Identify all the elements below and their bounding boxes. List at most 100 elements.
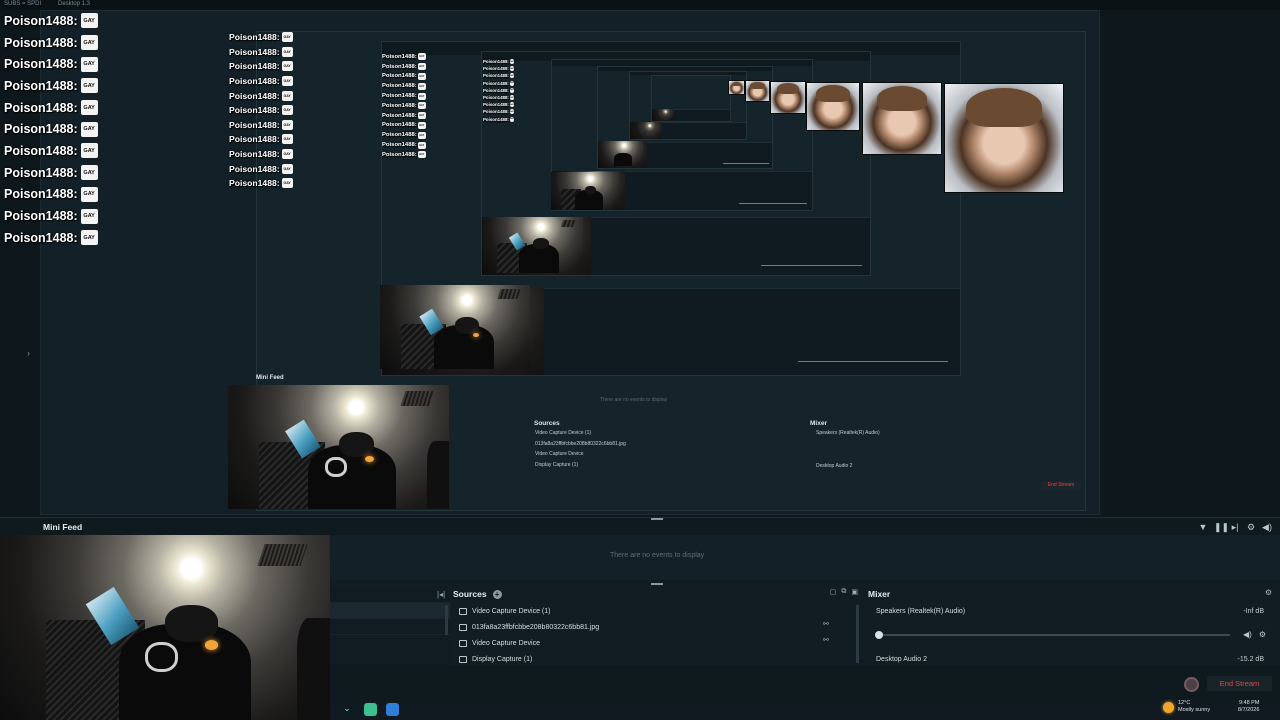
chat-username: Poison1488: [483,87,509,93]
volume-icon[interactable]: ◀) [1262,522,1272,532]
nested-mixer-channel: Speakers (Realtek(R) Audio) [816,430,880,436]
chat-message: Poison1488: GAY [229,132,293,147]
weather-widget[interactable]: 12°C Mostly sunny [1163,700,1210,714]
webcam-preview [0,535,330,720]
chat-username: Poison1488: [229,46,280,57]
speaker-icon[interactable]: ◀) [1243,630,1252,639]
end-stream-button[interactable]: End Stream [1207,676,1272,691]
chat-message: Poison1488: GAY [483,108,515,115]
chat-username: Poison1488: [483,66,509,72]
volume-slider-handle[interactable] [875,631,883,639]
chat-username: Poison1488: [229,134,280,145]
nested-sources-title: Sources [534,420,560,427]
chat-overlay-nested: Poison1488: GAY Poison1488: GAY Poison1488: G… [382,52,426,160]
filter-icon[interactable]: ▼ [1198,522,1208,532]
system-clock[interactable]: 9:48 PM 8/7/2026 [1238,700,1259,714]
sun-icon [1163,701,1174,713]
chat-badge-icon: GAY [417,112,426,120]
webcam-face [770,81,806,114]
chat-message: Poison1488: GAY [229,30,293,45]
chat-username: Poison1488: [229,163,280,174]
collapse-icon[interactable]: |◂| [437,590,447,599]
link-icon[interactable]: ⚯ [823,620,829,628]
chat-username: Poison1488: [229,76,280,87]
chat-username: Poison1488: [382,132,417,139]
chat-badge-icon: GAY [509,59,515,65]
chat-badge-icon: GAY [417,82,426,90]
add-source-button[interactable]: + [492,589,502,599]
chat-username: Poison1488: [229,119,280,130]
resize-handle[interactable] [651,518,663,520]
nested-preview-7 [651,75,731,122]
chevron-icon[interactable]: ⌄ [342,703,352,716]
volume-slider[interactable] [878,634,1230,636]
chat-username: Poison1488: [4,187,78,202]
pause-icon[interactable]: ❚❚ [1214,522,1229,532]
chat-message: Poison1488: GAY [483,116,515,123]
chat-username: Poison1488: [229,105,280,116]
weather-text: Mostly sunny [1178,707,1211,713]
chat-username: Poison1488: [382,63,417,70]
scrollbar[interactable] [856,605,859,663]
link-icon[interactable]: ⚯ [823,636,829,644]
chat-username: Poison1488: [483,109,509,115]
chat-badge-icon: GAY [281,119,293,130]
chat-username: Poison1488: [4,57,78,72]
app-icon[interactable] [386,703,399,716]
title-tab: Desktop 1.3 [58,1,91,7]
nested-sources-panel: Sources Video Capture Device (1) 013fa8a… [525,420,800,475]
webcam-face [862,82,942,155]
scene-icon[interactable]: ▢ [830,588,837,596]
chat-badge-icon: GAY [417,92,426,100]
app-icon[interactable] [364,703,377,716]
chat-message: Poison1488: GAY [4,140,99,162]
chat-badge-icon: GAY [281,134,293,145]
source-label: Video Capture Device [472,639,540,647]
chat-message: Poison1488: GAY [483,58,515,65]
chat-message: Poison1488: GAY [382,52,426,62]
scene-row[interactable] [330,603,450,619]
chat-overlay: Poison1488: GAY Poison1488: GAY Poison1488: G… [4,10,99,249]
mixer-panel: Mixer ⚙ Speakers (Realtek(R) Audio) -Inf… [866,587,1280,665]
chat-badge-icon: GAY [281,178,293,189]
clock-time: 9:48 PM [1238,700,1260,706]
chat-message: Poison1488: GAY [229,45,293,60]
mixer-channel-level: -15.2 dB [1237,656,1264,663]
chat-message: Poison1488: GAY [382,150,426,160]
nested-camera [483,217,583,273]
chat-message: Poison1488: GAY [382,81,426,91]
resize-handle[interactable] [651,583,663,585]
chat-badge-icon: GAY [80,165,98,181]
temperature: 12°C [1178,700,1191,706]
source-item[interactable]: 013fa8a23ffbfcbbe208b80322c6bb81.jpg [459,619,860,635]
chat-badge-icon: GAY [509,87,515,93]
chat-username: Poison1488: [483,116,509,122]
chat-badge-icon: GAY [80,35,98,51]
settings-icon[interactable]: ⚙ [1265,588,1272,597]
skip-icon[interactable]: ▸| [1230,522,1240,532]
gear-icon[interactable]: ⚙ [1259,630,1266,639]
chat-overlay-nested: Poison1488: GAY Poison1488: GAY Poison1488: G… [483,58,515,123]
scenes-list [330,587,450,665]
chevron-right-icon[interactable]: › [27,348,30,358]
record-button[interactable] [1184,677,1199,692]
scene-row[interactable] [330,587,450,603]
chat-username: Poison1488: [483,59,509,65]
chat-badge-icon: GAY [417,72,426,80]
chat-badge-icon: GAY [417,141,426,149]
scene-row[interactable] [330,619,450,635]
source-item[interactable]: Video Capture Device (1) [459,603,860,619]
nested-mixer-channel: Desktop Audio 2 [816,462,853,469]
settings-icon[interactable]: ⚙ [1246,522,1256,532]
chat-overlay-nested: Poison1488: GAY Poison1488: GAY Poison1488: G… [229,30,293,191]
nested-source-item: Display Capture (1) [535,461,579,468]
chat-username: Poison1488: [382,122,417,129]
source-item[interactable]: Video Capture Device [459,635,860,651]
chat-username: Poison1488: [229,149,280,160]
group-icon[interactable]: ⧉ [841,588,846,596]
folder-icon[interactable]: ▣ [851,588,858,596]
chat-username: Poison1488: [483,80,509,86]
mixer-channel-level: -Inf dB [1243,608,1264,615]
chat-badge-icon: GAY [80,100,98,116]
chat-badge-icon: GAY [281,32,293,43]
